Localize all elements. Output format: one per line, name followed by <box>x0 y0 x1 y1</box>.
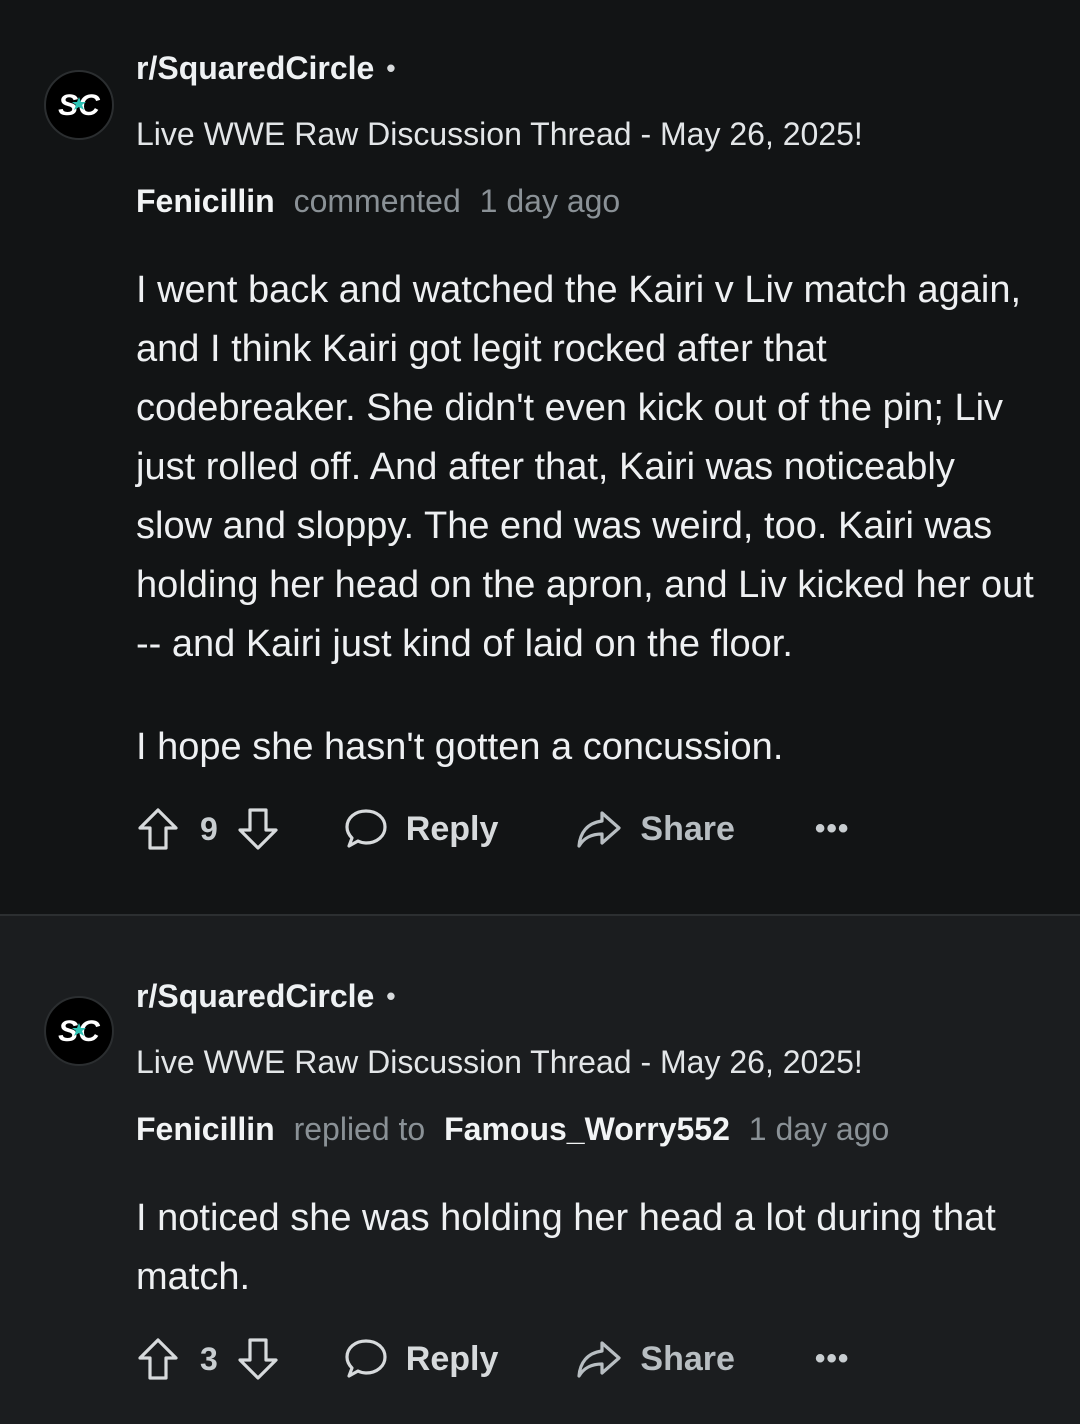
comment-author[interactable]: Fenicillin <box>136 183 275 219</box>
vote-count: 3 <box>200 1340 218 1377</box>
reply-label: Reply <box>405 1339 499 1378</box>
reply-button[interactable]: Reply <box>344 807 499 851</box>
subreddit-avatar[interactable]: SC <box>44 996 114 1066</box>
upvote-arrow-icon[interactable] <box>136 1336 180 1382</box>
thread-title[interactable]: Live WWE Raw Discussion Thread - May 26,… <box>136 114 1040 154</box>
subreddit-row: r/SquaredCircle • <box>136 48 1040 88</box>
comment-meta: Fenicillin replied to Famous_Worry552 1 … <box>136 1109 1040 1149</box>
separator-dot: • <box>386 980 396 1011</box>
comment-body: I went back and watched the Kairi v Liv … <box>136 261 1040 777</box>
reply-button[interactable]: Reply <box>344 1337 499 1381</box>
share-label: Share <box>640 1339 735 1378</box>
comment-action: replied to <box>293 1111 426 1147</box>
ellipsis-icon[interactable]: ••• <box>815 812 850 846</box>
speech-bubble-icon <box>344 807 388 851</box>
downvote-arrow-icon[interactable] <box>236 806 280 852</box>
share-arrow-icon <box>576 1339 622 1379</box>
downvote-arrow-icon[interactable] <box>236 1336 280 1382</box>
upvote-arrow-icon[interactable] <box>136 806 180 852</box>
separator-dot: • <box>386 52 396 83</box>
ellipsis-icon[interactable]: ••• <box>815 1342 850 1376</box>
share-button[interactable]: Share <box>576 1339 735 1379</box>
comment-body: I noticed she was holding her head a lot… <box>136 1189 1040 1307</box>
comment-actions: 9 Reply Share ••• <box>136 799 1040 859</box>
comment-time: 1 day ago <box>748 1111 890 1147</box>
thread-title[interactable]: Live WWE Raw Discussion Thread - May 26,… <box>136 1042 1040 1082</box>
vote-count: 9 <box>200 810 218 847</box>
speech-bubble-icon <box>344 1337 388 1381</box>
reply-target-user[interactable]: Famous_Worry552 <box>444 1111 730 1147</box>
share-arrow-icon <box>576 809 622 849</box>
share-label: Share <box>640 809 735 848</box>
comment-paragraph: I noticed she was holding her head a lot… <box>136 1197 996 1298</box>
subreddit-name[interactable]: r/SquaredCircle <box>136 50 374 87</box>
vote-group: 9 <box>136 806 280 852</box>
share-button[interactable]: Share <box>576 809 735 849</box>
reply-label: Reply <box>405 809 499 848</box>
comment-paragraph: I went back and watched the Kairi v Liv … <box>136 269 1034 665</box>
comment-meta: Fenicillin commented 1 day ago <box>136 181 1040 221</box>
comment-author[interactable]: Fenicillin <box>136 1111 275 1147</box>
subreddit-row: r/SquaredCircle • <box>136 976 1040 1016</box>
subreddit-avatar[interactable]: SC <box>44 70 114 140</box>
squaredcircle-logo-icon: SC <box>58 89 101 122</box>
vote-group: 3 <box>136 1336 280 1382</box>
squaredcircle-logo-icon: SC <box>58 1015 101 1048</box>
comment-card[interactable]: SC r/SquaredCircle • Live WWE Raw Discus… <box>0 0 1080 914</box>
comment-time: 1 day ago <box>479 183 621 219</box>
comment-action: commented <box>293 183 461 219</box>
subreddit-name[interactable]: r/SquaredCircle <box>136 978 374 1015</box>
comment-paragraph: I hope she hasn't gotten a concussion. <box>136 726 784 768</box>
comment-actions: 3 Reply Share ••• <box>136 1329 1040 1389</box>
comment-card[interactable]: SC r/SquaredCircle • Live WWE Raw Discus… <box>0 914 1080 1424</box>
